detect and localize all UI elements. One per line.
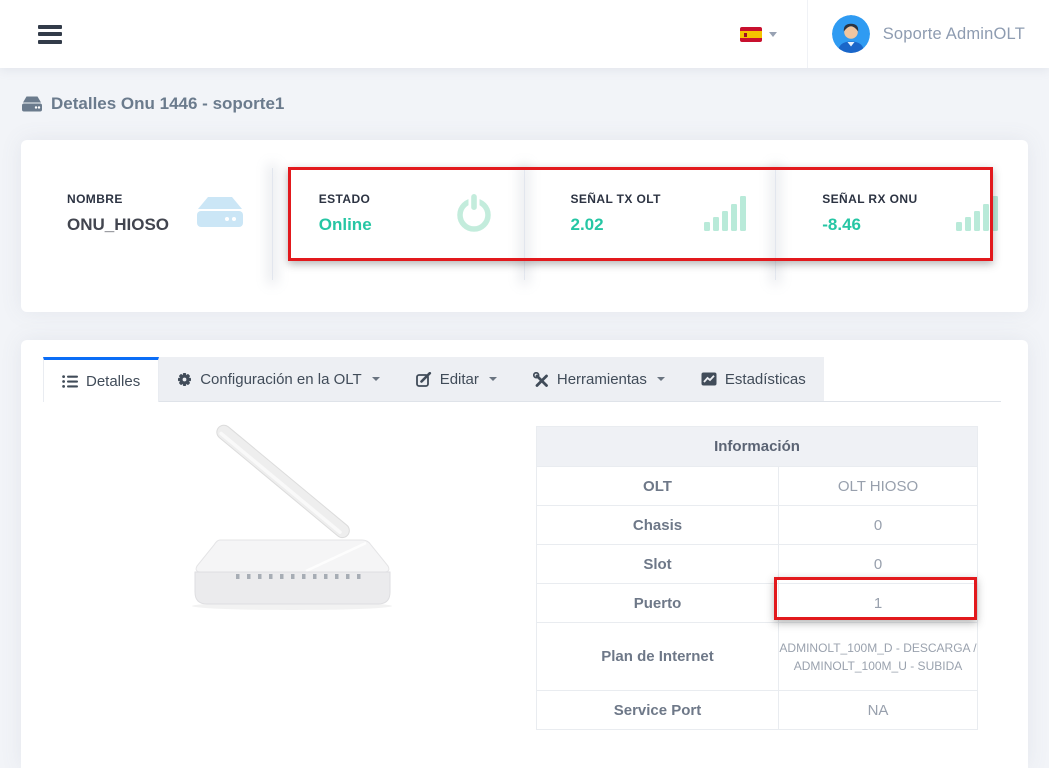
signal-bars-icon (704, 195, 746, 231)
stat-nombre: NOMBRE ONU_HIOSO (21, 140, 273, 312)
table-row-plan-internet: Plan de Internet ADMINOLT_100M_D - DESCA… (537, 623, 978, 691)
list-icon (62, 375, 78, 388)
page-title-text: Detalles Onu 1446 - soporte1 (51, 94, 284, 114)
row-value: 0 (779, 506, 978, 545)
page-title: Detalles Onu 1446 - soporte1 (22, 94, 284, 114)
inactive-tabs-strip: Configuración en la OLT Editar (159, 357, 824, 401)
stat-label: SEÑAL TX OLT (571, 192, 661, 206)
stat-senal-tx-olt: SEÑAL TX OLT 2.02 (525, 140, 777, 312)
tab-label: Configuración en la OLT (200, 371, 361, 388)
chevron-down-icon (657, 377, 665, 381)
tab-estadisticas[interactable]: Estadísticas (683, 357, 824, 401)
hamburger-bar (38, 25, 62, 29)
stat-label: ESTADO (319, 192, 372, 206)
stat-estado: ESTADO Online (273, 140, 525, 312)
row-value: ADMINOLT_100M_D - DESCARGA / ADMINOLT_10… (779, 623, 978, 691)
table-row-service-port: Service Port NA (537, 691, 978, 730)
navbar-right: Soporte AdminOLT (740, 0, 1049, 68)
row-label: Service Port (537, 691, 779, 730)
row-value: OLT HIOSO (779, 467, 978, 506)
avatar (832, 15, 870, 53)
row-label: Chasis (537, 506, 779, 545)
tab-label: Editar (440, 371, 479, 388)
plan-value-text: ADMINOLT_100M_D - DESCARGA / ADMINOLT_10… (779, 639, 977, 675)
language-selector[interactable] (740, 27, 777, 42)
table-header: Información (537, 427, 978, 467)
stat-label: NOMBRE (67, 192, 169, 206)
details-panel-card: Detalles Configuración en la O (21, 340, 1028, 768)
top-navbar: Soporte AdminOLT (0, 0, 1049, 68)
tab-label: Herramientas (557, 371, 647, 388)
onu-summary-card: NOMBRE ONU_HIOSO ESTADO Online (21, 140, 1028, 312)
power-icon (453, 191, 495, 235)
tab-herramientas[interactable]: Herramientas (515, 357, 683, 401)
router-icon (197, 195, 243, 231)
row-label: Plan de Internet (537, 623, 779, 691)
hamburger-menu-icon[interactable] (38, 21, 62, 47)
signal-bars-icon (956, 195, 998, 231)
online-status-value: Online (319, 215, 372, 235)
puerto-value: 1 (779, 584, 978, 623)
table-row-olt: OLT OLT HIOSO (537, 467, 978, 506)
user-name: Soporte AdminOLT (883, 25, 1025, 44)
table-row-slot: Slot 0 (537, 545, 978, 584)
row-value: NA (779, 691, 978, 730)
stat-value: ONU_HIOSO (67, 215, 169, 235)
edit-icon (416, 372, 432, 387)
hamburger-bar (38, 40, 62, 44)
spain-flag-icon (740, 27, 762, 42)
row-label: OLT (537, 467, 779, 506)
table-row-puerto: Puerto 1 (537, 584, 978, 623)
hamburger-bar (38, 32, 62, 36)
row-label: Slot (537, 545, 779, 584)
rx-signal-value: -8.46 (822, 215, 917, 235)
tab-bar: Detalles Configuración en la O (43, 357, 824, 402)
chevron-down-icon (769, 32, 777, 37)
stat-label: SEÑAL RX ONU (822, 192, 917, 206)
tx-signal-value: 2.02 (571, 215, 661, 235)
tab-label: Estadísticas (725, 371, 806, 388)
user-menu[interactable]: Soporte AdminOLT (807, 0, 1049, 68)
onu-device-icon (22, 96, 42, 112)
row-value: 0 (779, 545, 978, 584)
chevron-down-icon (372, 377, 380, 381)
table-row-chasis: Chasis 0 (537, 506, 978, 545)
onu-device-image (156, 422, 406, 612)
gear-icon (177, 372, 192, 387)
tab-label: Detalles (86, 373, 140, 390)
informacion-table: Información OLT OLT HIOSO Chasis 0 Slot … (536, 426, 978, 730)
chart-icon (701, 372, 717, 386)
tab-configuracion-olt[interactable]: Configuración en la OLT (159, 357, 397, 401)
stat-senal-rx-onu: SEÑAL RX ONU -8.46 (776, 140, 1028, 312)
row-label: Puerto (537, 584, 779, 623)
onu-details-page: Soporte AdminOLT Detalles Onu 1446 - sop… (0, 0, 1049, 768)
tab-detalles[interactable]: Detalles (43, 357, 159, 402)
tab-editar[interactable]: Editar (398, 357, 515, 401)
tools-icon (533, 372, 549, 387)
chevron-down-icon (489, 377, 497, 381)
